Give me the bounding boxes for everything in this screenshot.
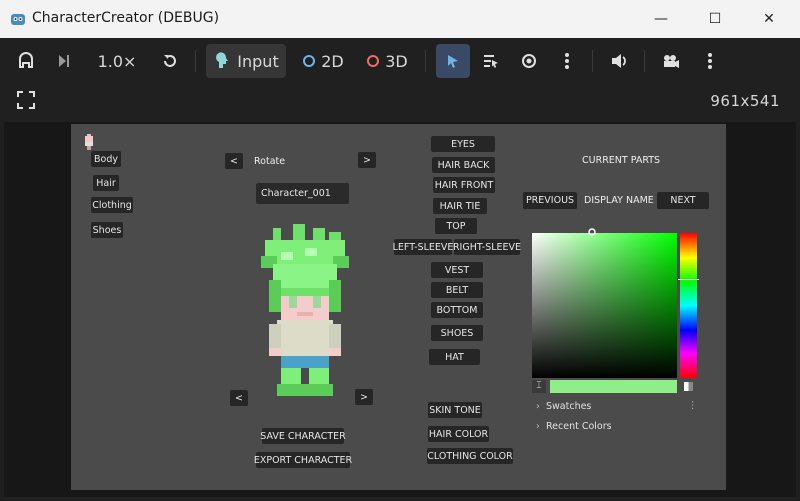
part-hair-tie-button[interactable]: HAIR TIE: [433, 198, 487, 214]
current-parts-title: CURRENT PARTS: [582, 155, 661, 166]
preview-prev-button[interactable]: <: [230, 390, 248, 406]
character-mini-icon: [85, 134, 93, 150]
eyedropper-icon[interactable]: ⌶: [532, 380, 546, 393]
close-button[interactable]: ✕: [746, 6, 792, 32]
swatches-chevron-icon[interactable]: ›: [536, 401, 540, 412]
godot-app-icon: [11, 14, 25, 25]
reset-speed-icon[interactable]: [155, 44, 185, 78]
part-hat-button[interactable]: HAT: [429, 349, 480, 365]
hair-color-button[interactable]: HAIR COLOR: [428, 426, 489, 442]
window-title: CharacterCreator (DEBUG): [32, 10, 220, 26]
export-character-button[interactable]: EXPORT CHARACTER: [254, 452, 352, 468]
skin-tone-button[interactable]: SKIN TONE: [428, 402, 482, 418]
clothing-color-button[interactable]: CLOTHING COLOR: [427, 448, 513, 464]
part-top-button[interactable]: TOP: [435, 218, 477, 234]
window-titlebar: CharacterCreator (DEBUG) — ☐ ✕: [0, 0, 800, 38]
step-frame-icon[interactable]: [50, 44, 78, 78]
part-hair-back-button[interactable]: HAIR BACK: [432, 157, 495, 173]
toolbar-separator: [644, 50, 645, 72]
camera-options-icon[interactable]: [696, 44, 724, 78]
viewport-subbar: [0, 84, 800, 122]
godot-remote-icon[interactable]: [12, 44, 40, 78]
rotate-next-button[interactable]: >: [358, 152, 376, 168]
recent-colors-label[interactable]: Recent Colors: [546, 421, 612, 432]
mode-2d-label: 2D: [321, 51, 344, 71]
game-viewport: Body Hair Clothing Shoes < Rotate > Char…: [71, 124, 726, 490]
display-name-label: DISPLAY NAME: [584, 195, 654, 206]
minimize-button[interactable]: —: [638, 6, 684, 32]
part-eyes-button[interactable]: EYES: [431, 136, 495, 152]
save-character-button[interactable]: SAVE CHARACTER: [260, 428, 346, 444]
hue-slider[interactable]: [680, 233, 697, 378]
debug-toolbar: 1.0× Input 2D 3D: [0, 38, 800, 84]
speed-control[interactable]: 1.0×: [92, 44, 142, 78]
part-belt-button[interactable]: BELT: [431, 282, 483, 298]
ring-2d-icon: [303, 55, 316, 67]
more-options-icon[interactable]: [552, 44, 582, 78]
toolbar-separator: [195, 50, 196, 72]
part-vest-button[interactable]: VEST: [431, 262, 483, 278]
input-head-icon: [216, 52, 229, 68]
category-clothing-button[interactable]: Clothing: [91, 197, 133, 213]
category-body-button[interactable]: Body: [91, 151, 121, 167]
mode-2d-button[interactable]: 2D: [298, 44, 348, 78]
character-preview-sprite: [261, 224, 349, 396]
mode-3d-button[interactable]: 3D: [362, 44, 412, 78]
hue-slider-handle[interactable]: [678, 279, 699, 280]
rotate-prev-button[interactable]: <: [225, 153, 243, 169]
fullscreen-icon[interactable]: [16, 90, 36, 110]
preview-next-button[interactable]: >: [355, 389, 373, 405]
resolution-label: 961x541: [710, 92, 780, 110]
part-left-sleeve-button[interactable]: LEFT-SLEEVE: [393, 239, 453, 255]
maximize-button[interactable]: ☐: [692, 6, 738, 32]
input-mode-label: Input: [237, 51, 279, 71]
color-mode-icon[interactable]: [684, 382, 693, 391]
select-cursor-icon[interactable]: [436, 44, 470, 78]
part-right-sleeve-button[interactable]: RIGHT-SLEEVE: [453, 239, 521, 255]
rotate-label: Rotate: [254, 156, 286, 167]
swatches-section-label[interactable]: Swatches: [546, 401, 591, 412]
toolbar-separator: [425, 50, 426, 72]
camera-icon[interactable]: [654, 44, 688, 78]
speaker-icon[interactable]: [604, 44, 636, 78]
list-select-icon[interactable]: [476, 44, 506, 78]
picker-cursor-icon[interactable]: [588, 228, 596, 236]
recent-colors-chevron-icon[interactable]: ›: [536, 421, 540, 432]
eye-icon[interactable]: [514, 44, 544, 78]
category-hair-button[interactable]: Hair: [93, 175, 119, 191]
part-shoes-button[interactable]: SHOES: [431, 325, 483, 341]
mode-3d-label: 3D: [385, 51, 408, 71]
character-name-field[interactable]: Character_001: [256, 183, 349, 204]
category-shoes-button[interactable]: Shoes: [91, 222, 123, 238]
saturation-value-area[interactable]: [532, 233, 677, 378]
part-hair-front-button[interactable]: HAIR FRONT: [433, 177, 495, 193]
toolbar-separator: [592, 50, 593, 72]
previous-button[interactable]: PREVIOUS: [523, 192, 577, 209]
part-bottom-button[interactable]: BOTTOM: [431, 302, 483, 318]
swatches-menu-icon[interactable]: ⋮: [688, 400, 698, 411]
input-mode-button[interactable]: Input: [206, 44, 286, 78]
current-color-preview: [550, 380, 677, 393]
next-button[interactable]: NEXT: [657, 192, 709, 209]
ring-3d-icon: [367, 55, 380, 67]
